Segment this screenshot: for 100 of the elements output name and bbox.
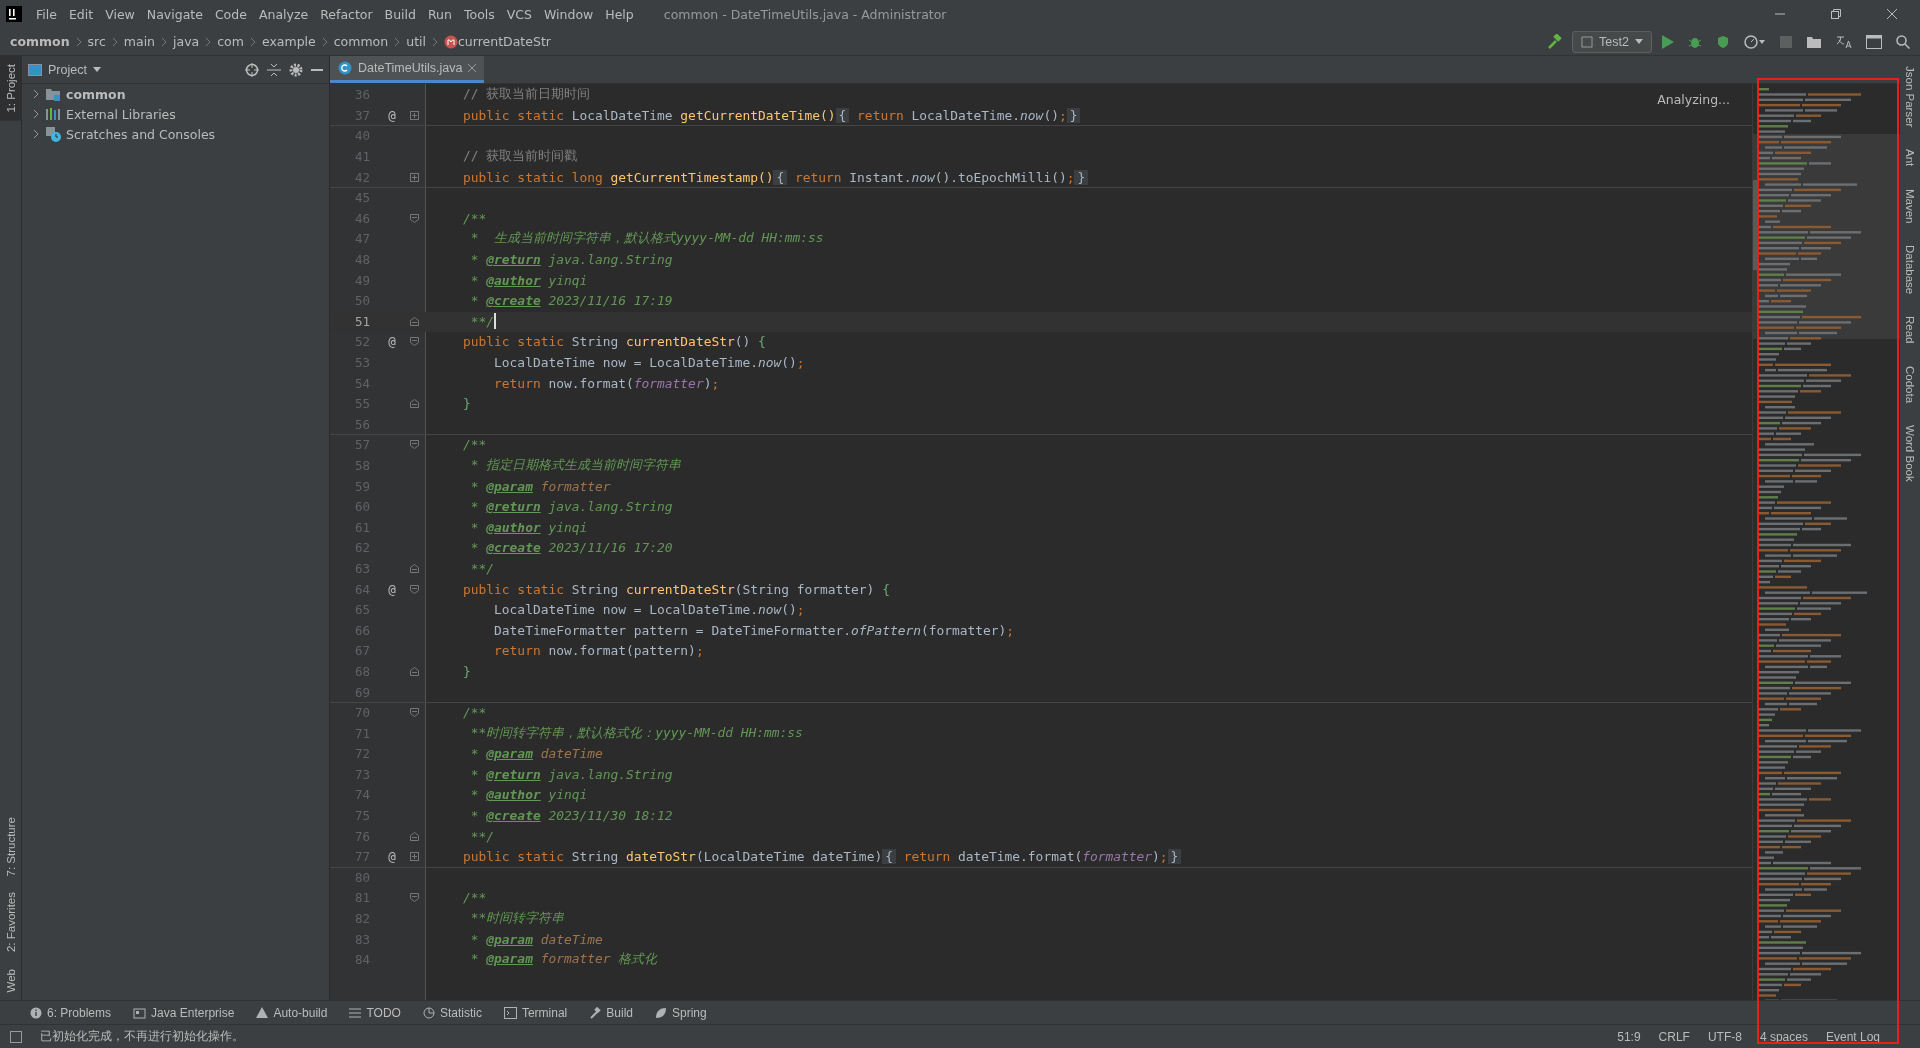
status-item[interactable]: 4 spaces	[1759, 1029, 1808, 1044]
fold-open-icon[interactable]	[409, 213, 419, 223]
status-item[interactable]: CRLF	[1658, 1029, 1690, 1044]
fold-open-icon[interactable]	[409, 337, 419, 347]
fold-close-icon[interactable]	[409, 563, 419, 573]
caret-icon	[1635, 39, 1643, 44]
tool-window-tab[interactable]: Read	[1900, 312, 1920, 348]
breadcrumb[interactable]: common	[10, 34, 70, 49]
menu-item[interactable]: Run	[422, 6, 458, 22]
hide-icon[interactable]	[311, 68, 323, 71]
status-item[interactable]: UTF-8	[1707, 1029, 1742, 1044]
menu-item[interactable]: Analyze	[252, 6, 315, 22]
code-line: /**	[462, 437, 487, 453]
search-icon[interactable]	[1896, 34, 1910, 49]
chevron-icon	[249, 36, 256, 47]
tree-item[interactable]: External Libraries	[22, 104, 329, 124]
code-line: LocalDateTime now = LocalDateTime.now();	[493, 355, 805, 370]
profile-icon[interactable]	[1744, 34, 1766, 49]
project-view-dropdown[interactable]: Project	[28, 62, 101, 77]
tool-window-button[interactable]: Statistic	[422, 1005, 482, 1020]
menu-item[interactable]: File	[30, 6, 63, 22]
restore-icon[interactable]	[1831, 9, 1841, 19]
tool-window-tab[interactable]: Web	[0, 960, 22, 1000]
window-icon	[10, 1030, 22, 1043]
tool-window-tab[interactable]: Json Parser	[1900, 62, 1920, 132]
tool-window-tab[interactable]: Database	[1900, 241, 1920, 299]
code-line: return now.format(pattern);	[493, 643, 704, 659]
collapse-icon[interactable]	[267, 62, 281, 77]
breadcrumb[interactable]: src	[87, 34, 106, 49]
menu-item[interactable]: Edit	[62, 6, 100, 22]
warning-icon	[256, 1007, 269, 1018]
tool-window-tab[interactable]: 2: Favorites	[0, 884, 22, 961]
breadcrumb[interactable]: main	[123, 34, 156, 49]
tool-window-tab[interactable]: Ant	[1900, 145, 1920, 171]
breadcrumb[interactable]: java	[173, 34, 200, 49]
hammer-icon[interactable]	[1546, 33, 1563, 50]
menu-item[interactable]: Refactor	[314, 6, 379, 22]
fold-open-icon[interactable]	[409, 708, 419, 718]
tool-window-button[interactable]: Build	[589, 1005, 633, 1020]
fold-open-icon[interactable]	[409, 584, 419, 594]
tool-window-tab[interactable]: Word Book	[1900, 421, 1920, 486]
menu-item[interactable]: Help	[599, 6, 640, 22]
tool-window-tab[interactable]: 7: Structure	[0, 809, 22, 885]
menu-item[interactable]: Window	[538, 6, 600, 22]
menu-item[interactable]: View	[99, 6, 141, 22]
code-line: * @return java.lang.String	[469, 499, 673, 515]
breadcrumb[interactable]: util	[406, 34, 426, 49]
breadcrumb[interactable]: example	[261, 34, 316, 49]
window-icon[interactable]	[1866, 34, 1882, 49]
project-structure-icon[interactable]	[1806, 34, 1822, 49]
chevron-icon	[161, 36, 168, 47]
tool-window-button[interactable]: 6: Problems	[30, 1005, 112, 1020]
code-line: public static String dateToStr(LocalDateTime dateTime) { return dateTime.format(formatter); }	[426, 849, 1182, 865]
tree-item[interactable]: Scratches and Consoles	[22, 124, 329, 144]
tool-window-button[interactable]: Auto-build	[256, 1005, 328, 1020]
breadcrumb[interactable]: common	[333, 34, 389, 49]
tool-window-tab[interactable]: Maven	[1900, 184, 1920, 228]
override-marker[interactable]: @	[382, 334, 402, 350]
translate-icon[interactable]	[1836, 34, 1852, 49]
tool-window-button[interactable]: TODO	[349, 1005, 401, 1020]
breadcrumb[interactable]: currentDateStr	[458, 34, 551, 49]
run-icon[interactable]	[1662, 34, 1674, 49]
fold-open-icon[interactable]	[409, 440, 419, 450]
tool-window-tab[interactable]: Codota	[1900, 361, 1920, 407]
menu-item[interactable]: Tools	[457, 6, 501, 22]
fold-plus-icon[interactable]	[409, 110, 419, 120]
fold-close-icon[interactable]	[409, 666, 419, 676]
editor-tab[interactable]: DateTimeUtils.java	[330, 56, 485, 83]
tool-window-button[interactable]: Java Enterprise	[133, 1005, 235, 1020]
code-line: public static String currentDateStr(String formatter) {	[462, 581, 890, 597]
settings-icon[interactable]	[289, 62, 303, 77]
override-marker[interactable]: @	[382, 581, 402, 597]
line-number: 51	[353, 313, 370, 329]
tool-window-button[interactable]: Terminal	[503, 1005, 568, 1020]
scratches-icon	[45, 126, 61, 142]
menu-item[interactable]: Code	[208, 6, 253, 22]
close-icon[interactable]	[1887, 9, 1897, 19]
run-config-dropdown[interactable]: Test2	[1572, 30, 1652, 53]
menu-item[interactable]: VCS	[500, 6, 538, 22]
stop-icon[interactable]	[1780, 35, 1792, 48]
tool-window-button[interactable]: Spring	[654, 1005, 707, 1020]
menu-item[interactable]: Build	[378, 6, 422, 22]
menu-item[interactable]: Navigate	[140, 6, 209, 22]
code-line: **/	[469, 313, 495, 329]
fold-plus-icon[interactable]	[409, 852, 419, 862]
status-item[interactable]: 51:9	[1617, 1029, 1641, 1044]
tree-item[interactable]: common	[22, 84, 329, 104]
enterprise-icon	[133, 1006, 147, 1019]
breadcrumb[interactable]: com	[217, 34, 244, 49]
fold-open-icon[interactable]	[409, 893, 419, 903]
fold-plus-icon[interactable]	[409, 172, 419, 182]
override-marker[interactable]: @	[382, 849, 402, 865]
fold-close-icon[interactable]	[409, 316, 419, 326]
close-icon[interactable]	[468, 64, 477, 72]
coverage-icon[interactable]	[1716, 34, 1730, 49]
fold-close-icon[interactable]	[409, 399, 419, 409]
tool-window-tab[interactable]: 1: Project	[0, 56, 22, 121]
fold-close-icon[interactable]	[409, 831, 419, 841]
locate-icon[interactable]	[245, 62, 259, 77]
override-marker[interactable]: @	[382, 107, 402, 123]
